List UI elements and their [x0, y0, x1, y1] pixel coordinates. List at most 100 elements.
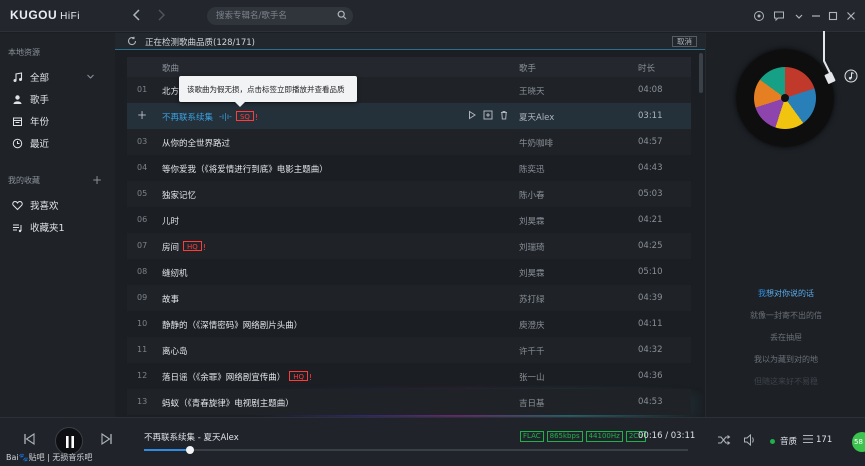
song-title-text: 等你爱我（《将爱情进行到底》电影主题曲）	[162, 165, 328, 175]
table-row[interactable]: 12 落日谣（《余罪》网络剧宣传曲） HQ! 张一山 04:36	[127, 363, 691, 389]
volume-icon[interactable]	[743, 433, 757, 447]
sidebar-item-liked[interactable]: 我喜欢	[12, 197, 108, 213]
skin-icon[interactable]	[753, 10, 765, 22]
add-icon[interactable]	[483, 110, 493, 120]
add-favorite-button[interactable]: +	[92, 173, 102, 187]
sound-effect-icon[interactable]	[844, 69, 858, 83]
song-artist[interactable]: 刘昊霖	[519, 267, 545, 279]
fake-quality-warning-icon: !	[254, 113, 259, 122]
row-number: 08	[137, 267, 148, 276]
song-duration: 04:32	[638, 345, 663, 355]
song-title-text: 从你的全世界路过	[162, 139, 231, 149]
song-duration: 03:11	[638, 111, 663, 121]
music-note-icon	[13, 71, 23, 82]
song-title: 独家记忆	[162, 189, 196, 201]
song-artist[interactable]: 吉日基	[519, 397, 545, 409]
list-scrollbar[interactable]	[699, 53, 703, 93]
sidebar-item-recent[interactable]: 最近	[12, 135, 108, 151]
song-artist[interactable]: 许千千	[519, 345, 545, 357]
song-duration: 04:43	[638, 163, 663, 173]
song-title: 缝纫机	[162, 267, 188, 279]
playlist-icon[interactable]	[802, 433, 814, 445]
samplerate-tag: 44100Hz	[585, 431, 623, 442]
quality-button[interactable]: 音质	[780, 435, 797, 447]
song-duration: 04:25	[638, 241, 663, 251]
song-artist[interactable]: 刘瑞琦	[519, 241, 545, 253]
song-artist[interactable]: 陈奕迅	[519, 163, 545, 175]
playback-time: 00:16 / 03:11	[638, 431, 696, 441]
table-row[interactable]: 05 独家记忆 陈小春 05:03	[127, 181, 691, 207]
next-icon[interactable]	[100, 432, 114, 446]
song-artist[interactable]: 苏打绿	[519, 293, 545, 305]
sq-quality-badge[interactable]: SQ	[235, 111, 254, 121]
table-row[interactable]: 08 缝纫机 刘昊霖 05:10	[127, 259, 691, 285]
previous-icon[interactable]	[22, 432, 36, 446]
table-row[interactable]: 07 房间 HQ! 刘瑞琦 04:25	[127, 233, 691, 259]
add-to-playlist-button[interactable]: +	[137, 108, 147, 122]
chevron-down-icon[interactable]	[86, 72, 95, 81]
pause-button[interactable]	[55, 427, 83, 455]
song-artist[interactable]: 张一山	[519, 371, 545, 383]
delete-icon[interactable]	[499, 110, 509, 120]
song-duration: 04:21	[638, 215, 663, 225]
song-artist[interactable]: 庾澄庆	[519, 319, 545, 331]
progress-bar[interactable]	[144, 446, 688, 454]
row-number: 06	[137, 215, 148, 224]
sidebar-item-collection-1[interactable]: 收藏夹1	[12, 219, 108, 235]
song-table: 歌曲 歌手 时长 01 北方 王晓天 04:08 + 不再联系续集 -ı|ı- SQ! 夏天Al…	[127, 57, 691, 415]
sidebar-item-label: 年份	[30, 117, 50, 128]
row-number: 04	[137, 163, 148, 172]
app-logo: KUGOU HiFi	[10, 8, 80, 22]
scan-status-text: 正在检测歌曲品质(128/171)	[145, 38, 255, 48]
bitrate-tag: 865kbps	[546, 431, 583, 442]
column-header-artist[interactable]: 歌手	[519, 62, 536, 74]
chevron-left-icon	[132, 9, 140, 21]
play-icon[interactable]	[467, 110, 477, 120]
playlist-count[interactable]: 171	[816, 435, 832, 445]
hq-quality-badge[interactable]: HQ	[289, 371, 309, 381]
song-artist[interactable]: 牛奶咖啡	[519, 137, 553, 149]
maximize-icon[interactable]	[827, 10, 839, 22]
column-header-duration[interactable]: 时长	[638, 62, 655, 74]
table-row[interactable]: 04 等你爱我（《将爱情进行到底》电影主题曲） 陈奕迅 04:43	[127, 155, 691, 181]
fake-lossless-tooltip: 该歌曲为假无损，点击标签立即播放并查看品质	[179, 76, 357, 107]
row-number: 03	[137, 137, 148, 146]
song-duration: 04:39	[638, 293, 663, 303]
progress-knob[interactable]	[185, 446, 194, 454]
sidebar-item-all[interactable]: 全部	[12, 69, 108, 85]
forward-button[interactable]	[154, 9, 168, 23]
back-button[interactable]	[130, 9, 144, 23]
song-title-text: 故事	[162, 295, 180, 305]
table-row[interactable]: 10 静静的（《深情密码》网络剧片头曲） 庾澄庆 04:11	[127, 311, 691, 337]
lyric-line: 丢在抽屉	[770, 333, 802, 342]
table-row[interactable]: 03 从你的全世界路过 牛奶咖啡 04:57	[127, 129, 691, 155]
table-row[interactable]: 13 蚂蚁（《青春旋律》电视剧主题曲） 吉日基 04:53	[127, 389, 691, 415]
column-header-title[interactable]: 歌曲	[162, 62, 179, 74]
song-artist[interactable]: 刘昊霖	[519, 215, 545, 227]
sidebar-item-label: 收藏夹1	[30, 223, 65, 234]
table-row[interactable]: 06 儿时 刘昊霖 04:21	[127, 207, 691, 233]
quality-indicator-dot	[770, 439, 775, 444]
song-artist[interactable]: 王晓天	[519, 85, 545, 97]
row-number: 11	[137, 345, 148, 354]
assistant-ball[interactable]: 58	[852, 432, 865, 452]
shuffle-icon[interactable]	[717, 433, 731, 447]
table-row[interactable]: 09 故事 苏打绿 04:39	[127, 285, 691, 311]
cancel-scan-button[interactable]: 取消	[672, 36, 697, 47]
table-row[interactable]: 11 离心岛 许千千 04:32	[127, 337, 691, 363]
sidebar-item-artist[interactable]: 歌手	[12, 91, 108, 107]
message-icon[interactable]	[773, 10, 785, 22]
search-icon[interactable]	[337, 10, 347, 20]
sidebar-item-year[interactable]: 年份	[12, 113, 108, 129]
search-input[interactable]	[216, 9, 334, 23]
song-artist[interactable]: 夏天Alex	[519, 111, 554, 123]
hq-quality-badge[interactable]: HQ	[183, 241, 202, 251]
minimize-icon[interactable]	[810, 10, 822, 22]
table-row[interactable]: + 不再联系续集 -ı|ı- SQ! 夏天Alex 03:11	[127, 103, 691, 129]
menu-icon[interactable]	[793, 10, 805, 22]
song-title-text: 不再联系续集	[162, 113, 214, 123]
song-artist[interactable]: 陈小春	[519, 189, 545, 201]
close-icon[interactable]	[845, 10, 857, 22]
song-list-panel: 正在检测歌曲品质(128/171) 取消 歌曲 歌手 时长 01 北方 王晓天 04:…	[115, 33, 705, 417]
quality-scan-bar: 正在检测歌曲品质(128/171) 取消	[115, 33, 705, 50]
